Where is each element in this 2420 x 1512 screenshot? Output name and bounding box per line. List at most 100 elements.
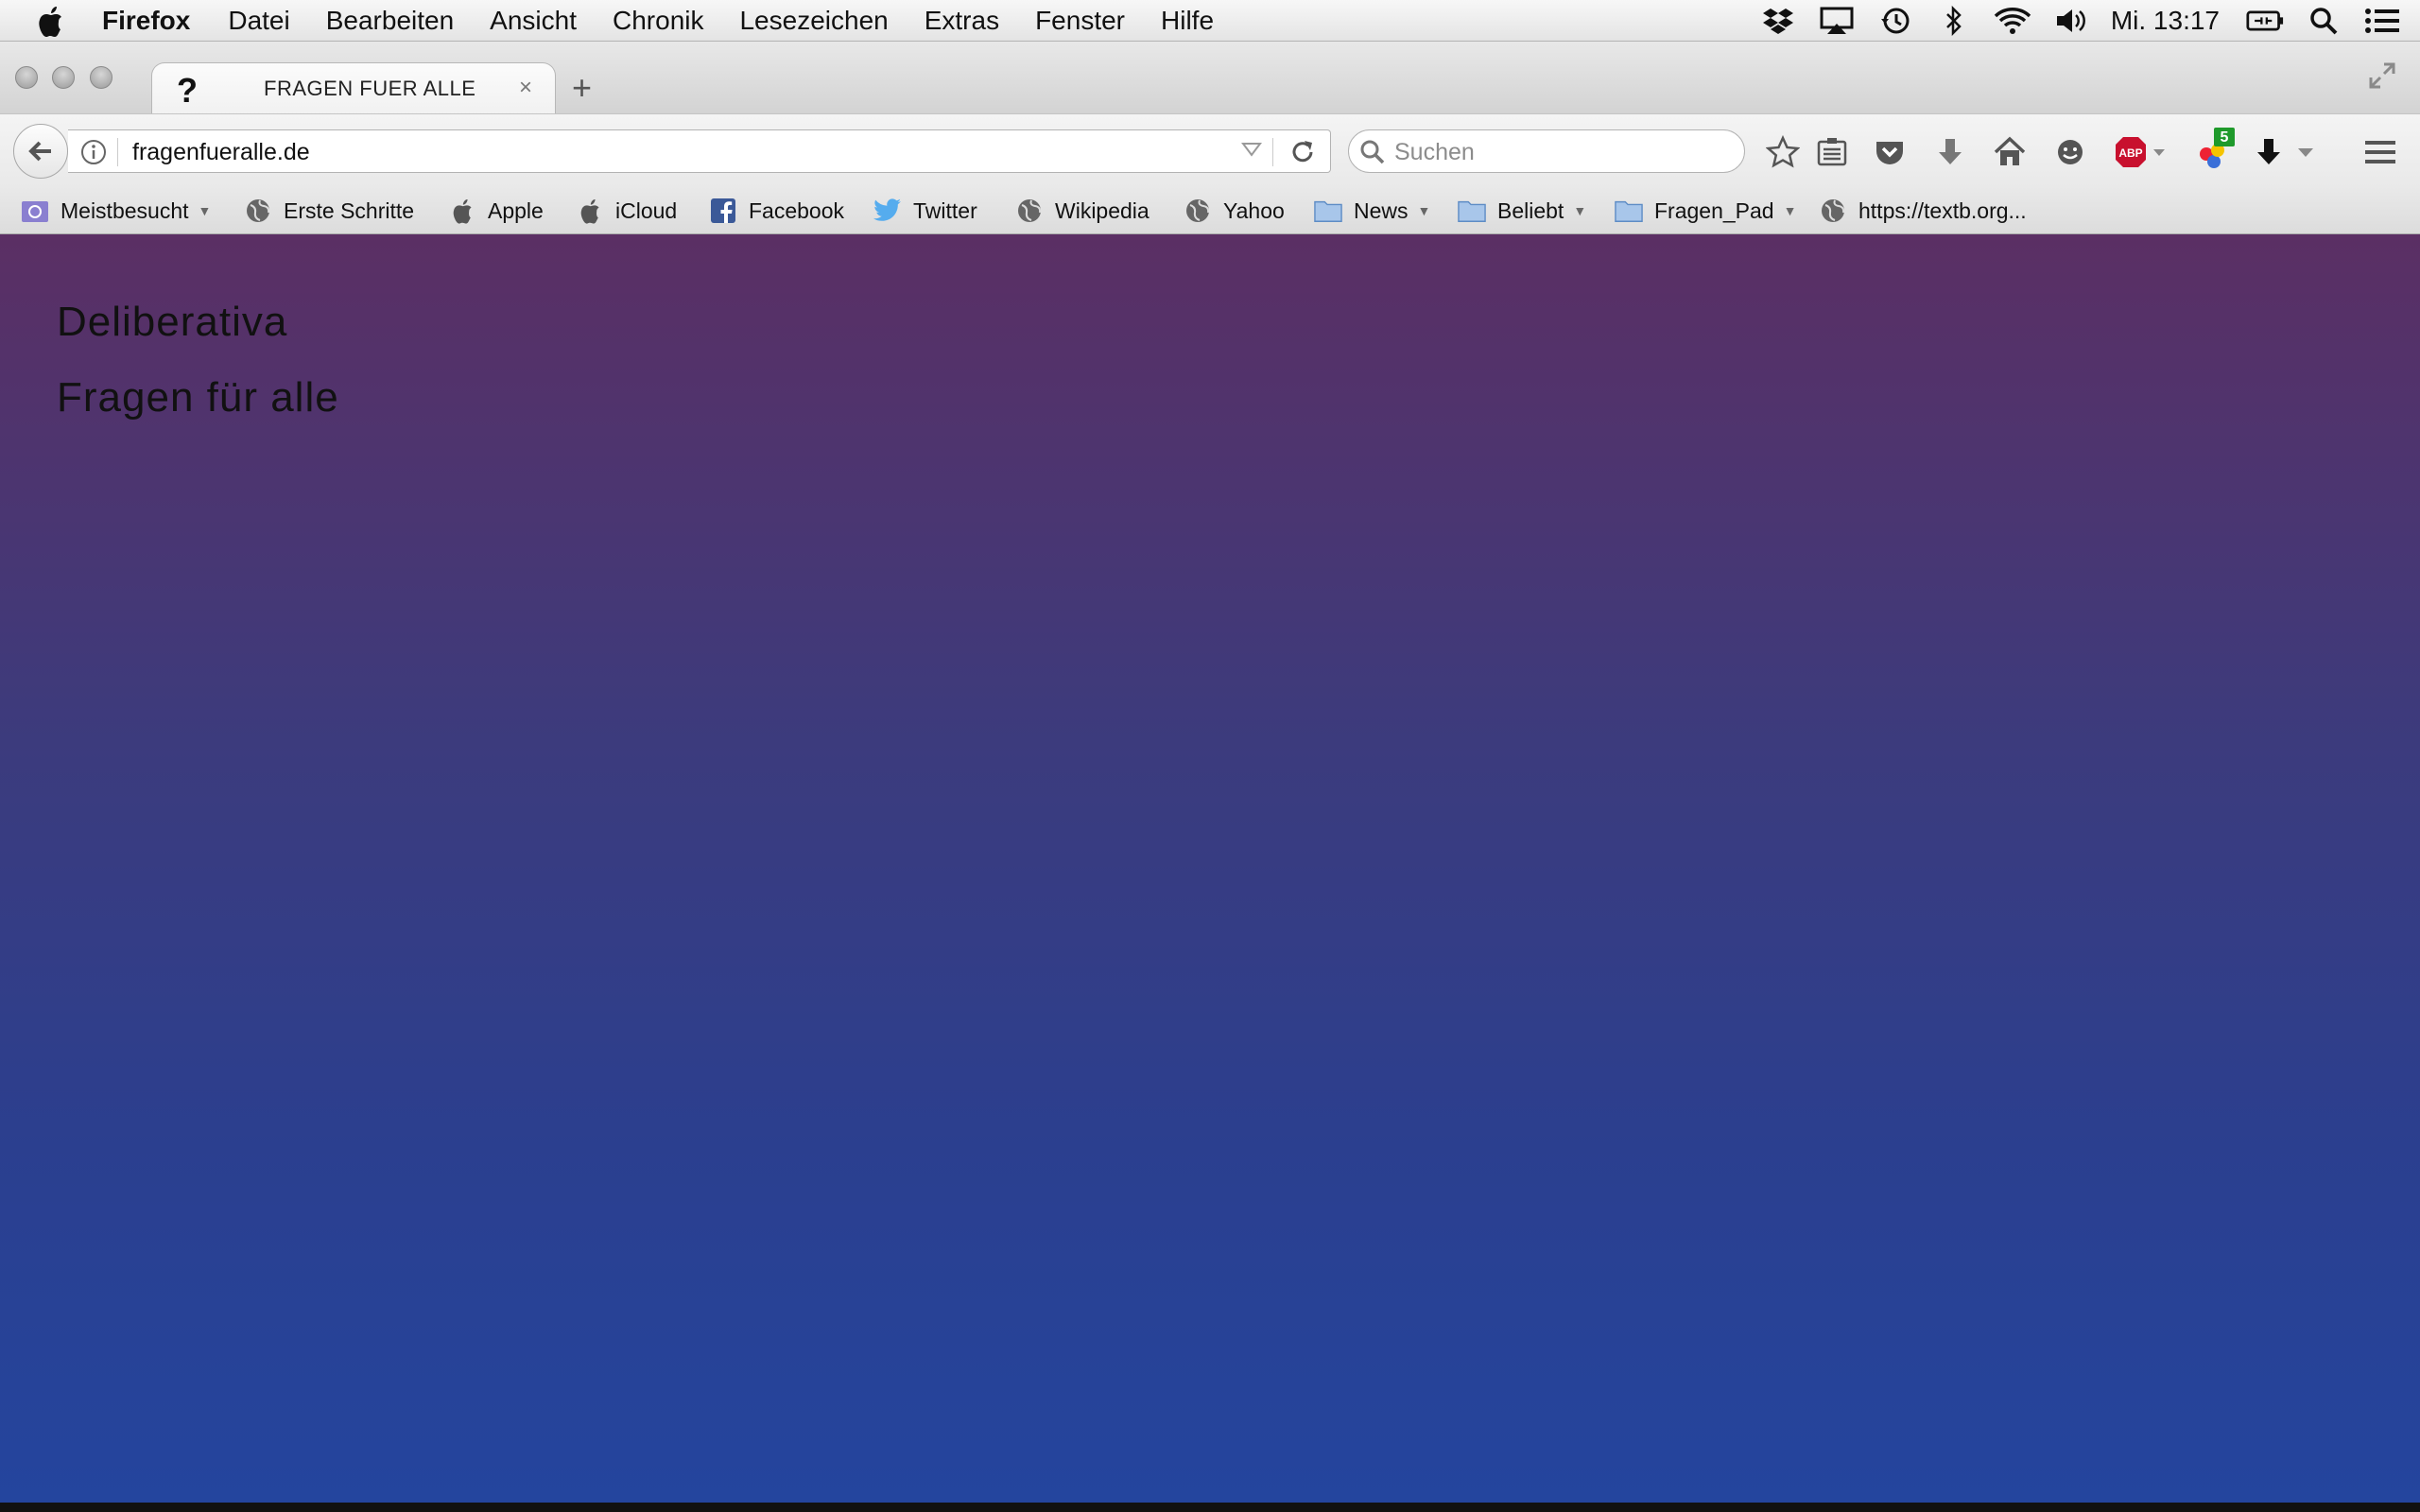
chevron-down-icon: ▼ [1573,203,1587,218]
bookmark-label: Beliebt [1497,198,1564,223]
search-input[interactable] [1392,136,1718,168]
menu-datei[interactable]: Datei [228,6,289,36]
reload-icon[interactable] [1288,138,1317,171]
site-tagline: Fragen für alle [57,374,339,421]
bookmark-textb[interactable]: https://textb.org... [1819,195,2027,227]
menu-app-name[interactable]: Firefox [102,6,190,36]
bookmark-folder-beliebt[interactable]: Beliebt ▼ [1458,195,1586,227]
bookmark-label: Apple [488,198,544,223]
bookmark-star-icon[interactable] [1764,133,1802,171]
bookmark-label: Facebook [749,198,845,223]
navigation-toolbar: fragenfueralle.de ABP 5 [0,113,2420,187]
twitter-icon [873,197,902,225]
bookmarks-toolbar: Meistbesucht ▼ Erste Schritte Apple iClo… [0,187,2420,234]
download-helper-icon[interactable] [2250,133,2288,171]
bookmark-yahoo[interactable]: Yahoo [1184,195,1285,227]
back-arrow-icon [28,141,51,162]
globe-icon [1819,197,1847,225]
airplay-icon[interactable] [1818,5,1856,37]
bookmarks-list-icon[interactable] [1813,133,1851,171]
bookmark-label: https://textb.org... [1858,198,2027,223]
tab-strip: ? FRAGEN FUER ALLE × + [0,42,2420,115]
menu-extras[interactable]: Extras [925,6,999,36]
bookmark-erste-schritte[interactable]: Erste Schritte [244,195,414,227]
abp-label: ABP [2118,146,2142,160]
bookmark-facebook[interactable]: Facebook [709,195,844,227]
menu-ansicht[interactable]: Ansicht [490,6,577,36]
new-tab-button[interactable]: + [572,68,592,108]
bookmark-twitter[interactable]: Twitter [873,195,977,227]
tab-close-icon[interactable]: × [519,75,532,101]
bluetooth-icon[interactable] [1935,5,1973,37]
search-bar[interactable] [1348,129,1745,173]
site-info-icon[interactable] [79,138,108,171]
menu-bearbeiten[interactable]: Bearbeiten [326,6,454,36]
spotlight-icon[interactable] [2305,5,2342,37]
notification-center-icon[interactable] [2363,5,2401,37]
folder-icon [1314,197,1342,225]
hamburger-menu-icon[interactable] [2361,133,2399,171]
pocket-icon[interactable] [1871,133,1909,171]
chevron-down-icon: ▼ [198,203,212,218]
battery-icon[interactable] [2246,5,2284,37]
site-name: Deliberativa [57,299,288,345]
search-icon [1358,138,1387,171]
bookmark-label: Wikipedia [1055,198,1150,223]
globe-icon [1015,197,1044,225]
menu-hilfe[interactable]: Hilfe [1161,6,1214,36]
tab-favicon: ? [177,71,198,110]
hello-chat-icon[interactable] [2051,133,2089,171]
overflow-dropdown-icon[interactable] [2291,133,2320,171]
menu-chronik[interactable]: Chronik [613,6,703,36]
folder-icon [1615,197,1643,225]
facebook-icon [709,197,737,225]
tab-fragen-fuer-alle[interactable]: ? FRAGEN FUER ALLE × [151,62,556,115]
window-minimize-button[interactable] [52,66,75,89]
bookmark-folder-news[interactable]: News ▼ [1314,195,1430,227]
smart-folder-icon [21,197,49,225]
menu-clock[interactable]: Mi. 13:17 [2111,6,2220,36]
window-close-button[interactable] [15,66,38,89]
addon-badge-icon[interactable]: 5 [2195,126,2238,173]
time-machine-icon[interactable] [1876,5,1914,37]
chevron-down-icon: ▼ [1417,203,1431,218]
url-history-dropdown-icon[interactable] [1241,142,1262,162]
home-icon[interactable] [1991,133,2029,171]
url-bar-separator [117,138,118,166]
bookmark-label: iCloud [615,198,678,223]
volume-icon[interactable] [2052,5,2090,37]
url-bar[interactable]: fragenfueralle.de [68,129,1331,173]
url-text[interactable]: fragenfueralle.de [132,139,310,166]
chevron-down-icon: ▼ [1783,203,1797,218]
apple-icon [448,197,476,225]
fullscreen-icon[interactable] [2367,60,2397,95]
bookmark-label: Erste Schritte [284,198,415,223]
menu-lesezeichen[interactable]: Lesezeichen [739,6,888,36]
bookmark-meistbesucht[interactable]: Meistbesucht ▼ [21,195,211,227]
addon-badge-count: 5 [2221,129,2229,146]
adblock-plus-button[interactable]: ABP [2114,133,2169,171]
bookmark-wikipedia[interactable]: Wikipedia [1015,195,1150,227]
bookmark-folder-fragen-pad[interactable]: Fragen_Pad ▼ [1615,195,1796,227]
wifi-icon[interactable] [1994,5,2031,37]
tab-title: FRAGEN FUER ALLE [264,77,476,100]
url-bar-separator-2 [1272,138,1273,166]
bookmark-label: News [1354,198,1409,223]
bookmark-label: Yahoo [1223,198,1285,223]
menu-fenster[interactable]: Fenster [1035,6,1125,36]
bookmark-icloud[interactable]: iCloud [576,195,677,227]
status-menus: Mi. 13:17 [1738,0,2401,42]
bookmark-label: Fragen_Pad [1654,198,1774,223]
back-button[interactable] [13,124,68,179]
download-icon[interactable] [1931,133,1969,171]
page-content: Deliberativa Fragen für alle [0,234,2420,1503]
dropbox-icon[interactable] [1759,5,1797,37]
window-bottom-edge [0,1503,2420,1512]
globe-icon [1184,197,1212,225]
apple-menu-icon[interactable] [36,5,74,37]
folder-icon [1458,197,1486,225]
globe-icon [244,197,272,225]
bookmark-apple[interactable]: Apple [448,195,544,227]
bookmark-label: Twitter [913,198,977,223]
window-zoom-button[interactable] [90,66,112,89]
